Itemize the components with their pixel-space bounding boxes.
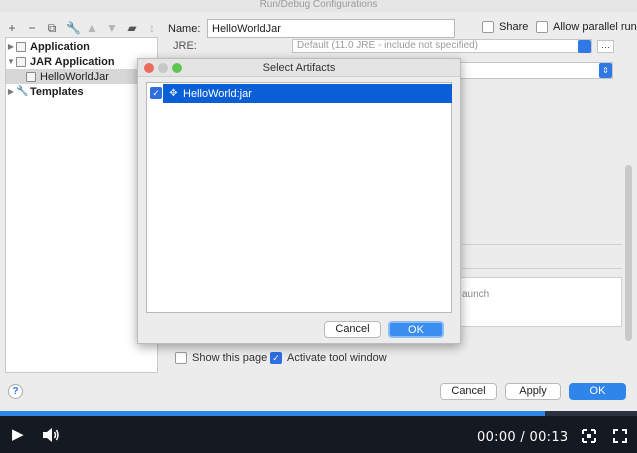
wrench-icon: 🔧: [16, 85, 29, 97]
move-up-icon[interactable]: ▲: [86, 22, 98, 34]
play-icon[interactable]: ▶: [12, 427, 24, 443]
add-icon[interactable]: +: [6, 22, 18, 34]
remove-icon[interactable]: −: [26, 22, 38, 34]
folder-icon[interactable]: ▰: [126, 22, 138, 34]
dropdown-arrow-icon[interactable]: [578, 40, 591, 53]
tree-item-label: JAR Application: [30, 55, 115, 68]
allow-parallel-run-checkbox[interactable]: Allow parallel run: [536, 21, 637, 33]
scrollbar[interactable]: [625, 165, 632, 341]
configuration-tree: ▶ Application ▼ JAR Application HelloWor…: [5, 37, 158, 373]
artifacts-list: ✓ ✥ HelloWorld:jar: [146, 82, 452, 313]
dialog-cancel-button[interactable]: Cancel: [324, 321, 381, 338]
apply-button[interactable]: Apply: [505, 383, 561, 400]
activate-label: Activate tool window: [287, 352, 387, 364]
dialog-title: Select Artifacts: [138, 59, 460, 77]
jar-application-icon: [16, 56, 26, 67]
checkbox-unchecked-icon[interactable]: [536, 21, 548, 33]
browse-button[interactable]: …: [597, 40, 614, 53]
checkbox-unchecked-icon[interactable]: [482, 21, 494, 33]
collapsed-arrow-icon[interactable]: ▶: [6, 87, 16, 96]
dialog-ok-button[interactable]: OK: [388, 321, 444, 338]
show-page-label: Show this page: [192, 352, 268, 364]
checkbox-checked-icon[interactable]: ✓: [150, 87, 162, 99]
copy-icon[interactable]: ⧉: [46, 22, 58, 34]
ok-button[interactable]: OK: [569, 383, 626, 400]
tree-item-label: Templates: [30, 85, 84, 98]
expanded-arrow-icon[interactable]: ▼: [6, 57, 16, 66]
sort-icon[interactable]: ↕: [146, 22, 158, 34]
jre-label: JRE:: [173, 40, 197, 52]
tree-item-jar-application[interactable]: ▼ JAR Application: [6, 54, 157, 69]
artifact-label: HelloWorld:jar: [183, 87, 252, 100]
tree-item-label: HelloWorldJar: [40, 70, 109, 83]
tree-item-application[interactable]: ▶ Application: [6, 39, 157, 54]
activate-tool-window-checkbox[interactable]: ✓ Activate tool window: [270, 352, 387, 364]
name-label: Name:: [168, 23, 201, 35]
dropdown-arrow-icon[interactable]: ⇕: [599, 63, 612, 78]
artifact-icon: ✥: [169, 88, 178, 99]
share-checkbox[interactable]: Share: [482, 21, 528, 33]
show-this-page-checkbox[interactable]: Show this page: [175, 352, 267, 364]
parallel-label: Allow parallel run: [553, 21, 637, 33]
share-label: Share: [499, 21, 529, 33]
cancel-button[interactable]: Cancel: [440, 383, 497, 400]
jar-config-icon: [26, 71, 36, 82]
tree-item-label: Application: [30, 40, 90, 53]
picture-in-picture-icon[interactable]: [582, 429, 596, 443]
before-launch-text: aunch: [462, 289, 490, 300]
list-item[interactable]: ✥ HelloWorld:jar: [163, 84, 452, 103]
module-select[interactable]: [460, 62, 613, 79]
fullscreen-icon[interactable]: [613, 429, 627, 443]
jre-select[interactable]: Default (11.0 JRE - include not specifie…: [292, 39, 592, 53]
close-window-icon[interactable]: [144, 63, 154, 73]
before-launch-list: [460, 277, 622, 327]
wrench-icon[interactable]: 🔧: [66, 22, 81, 34]
tree-item-helloworldjar[interactable]: HelloWorldJar: [6, 69, 157, 84]
checkbox-unchecked-icon[interactable]: [175, 352, 187, 364]
config-toolbar: + − ⧉ 🔧 ▲ ▼ ▰ ↕: [6, 17, 158, 39]
video-controls: ▶ 00:00 / 00:13: [0, 416, 637, 453]
run-debug-configurations-window: Run/Debug Configurations + − ⧉ 🔧 ▲ ▼ ▰ ↕…: [0, 0, 637, 453]
name-input[interactable]: [207, 19, 455, 38]
video-time: 00:00 / 00:13: [477, 430, 569, 445]
help-button[interactable]: ?: [8, 384, 23, 399]
window-title: Run/Debug Configurations: [0, 0, 637, 12]
divider: [462, 268, 622, 269]
volume-icon[interactable]: [42, 427, 60, 443]
minimize-window-icon[interactable]: [158, 63, 168, 73]
divider: [462, 244, 622, 245]
select-artifacts-dialog: Select Artifacts ✓ ✥ HelloWorld:jar Canc…: [137, 58, 461, 344]
checkbox-checked-icon[interactable]: ✓: [270, 352, 282, 364]
application-icon: [16, 41, 26, 52]
collapsed-arrow-icon[interactable]: ▶: [6, 42, 16, 51]
zoom-window-icon[interactable]: [172, 63, 182, 73]
move-down-icon[interactable]: ▼: [106, 22, 118, 34]
tree-item-templates[interactable]: ▶ 🔧 Templates: [6, 84, 157, 99]
